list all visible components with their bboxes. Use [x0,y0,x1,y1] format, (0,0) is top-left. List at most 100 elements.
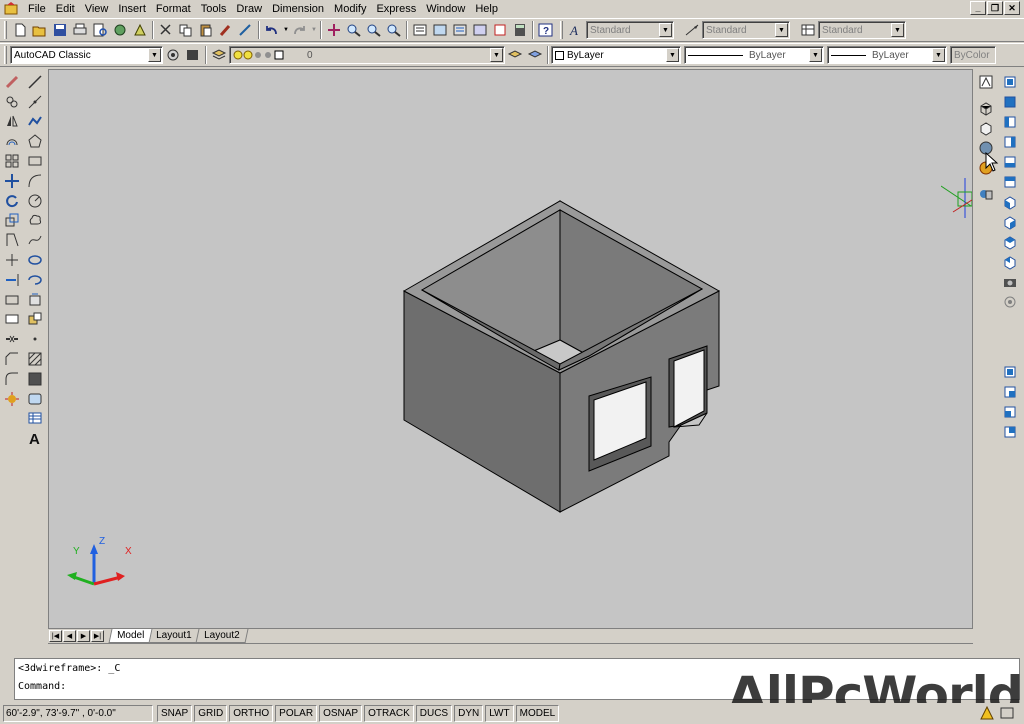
communication-center-icon[interactable] [980,706,994,723]
otrack-toggle[interactable]: OTRACK [364,705,414,722]
sw-iso-view-icon[interactable] [1000,192,1020,212]
menu-draw[interactable]: Draw [231,0,267,18]
layer-combo[interactable]: 0▼ [229,46,505,64]
offset-icon[interactable] [2,131,22,151]
rotate-icon[interactable] [2,191,22,211]
tray-settings-icon[interactable] [1000,706,1014,723]
menu-tools[interactable]: Tools [196,0,232,18]
prev-tab-icon[interactable]: ◀ [63,630,76,642]
autocad-app-icon[interactable] [3,2,19,16]
workspace-save-icon[interactable] [183,45,203,65]
line-icon[interactable] [25,72,45,92]
ucs-previous-icon[interactable] [1000,382,1020,402]
spline-icon[interactable] [25,230,45,250]
lwt-toggle[interactable]: LWT [485,705,513,722]
undo-icon[interactable] [262,20,282,40]
menu-insert[interactable]: Insert [113,0,151,18]
properties-icon[interactable] [410,20,430,40]
plot-preview-icon[interactable] [90,20,110,40]
menu-format[interactable]: Format [151,0,196,18]
menu-express[interactable]: Express [371,0,421,18]
match-properties-icon[interactable] [216,20,236,40]
grid-toggle[interactable]: GRID [194,705,227,722]
bottom-view-icon[interactable] [1000,92,1020,112]
layer-previous-icon[interactable] [525,45,545,65]
next-tab-icon[interactable]: ▶ [77,630,90,642]
walk-icon[interactable] [1000,292,1020,312]
insert-block-icon[interactable] [25,290,45,310]
drawing-canvas[interactable]: Z Y X [48,69,973,629]
text-style-icon[interactable]: A [566,20,586,40]
make-object-layer-current-icon[interactable] [505,45,525,65]
menu-edit[interactable]: Edit [51,0,80,18]
model-space-toggle[interactable]: MODEL [516,705,560,722]
camera-icon[interactable] [1000,272,1020,292]
menu-window[interactable]: Window [421,0,470,18]
ortho-toggle[interactable]: ORTHO [229,705,273,722]
break-at-point-icon[interactable] [2,290,22,310]
chamfer-icon[interactable] [2,349,22,369]
workspace-settings-icon[interactable] [163,45,183,65]
toolbar-grip[interactable] [560,21,563,39]
trim-icon[interactable] [2,250,22,270]
ucs-world-icon[interactable] [1000,402,1020,422]
osnap-toggle[interactable]: OSNAP [319,705,362,722]
tab-model[interactable]: Model [109,629,153,643]
menu-help[interactable]: Help [470,0,503,18]
fillet-icon[interactable] [2,369,22,389]
block-editor-icon[interactable] [236,20,256,40]
design-center-icon[interactable] [430,20,450,40]
move-icon[interactable] [2,171,22,191]
tool-palettes-icon[interactable] [450,20,470,40]
menu-view[interactable]: View [80,0,114,18]
table-icon[interactable] [25,409,45,429]
arc-icon[interactable] [25,171,45,191]
extend-icon[interactable] [2,270,22,290]
ucs-icon[interactable] [1000,362,1020,382]
3d-orbit-icon[interactable] [976,118,996,138]
right-view-icon[interactable] [1000,132,1020,152]
erase-icon[interactable] [2,72,22,92]
zoom-window-icon[interactable] [364,20,384,40]
zoom-previous-icon[interactable] [384,20,404,40]
front-view-icon[interactable] [1000,152,1020,172]
cut-icon[interactable] [156,20,176,40]
region-icon[interactable] [25,389,45,409]
dim-style-combo[interactable]: Standard▼ [702,21,790,39]
toolbar-grip[interactable] [4,46,7,64]
paste-icon[interactable] [196,20,216,40]
point-icon[interactable] [25,329,45,349]
pan-icon[interactable] [324,20,344,40]
redo-dropdown-icon[interactable]: ▼ [310,20,318,40]
calculator-icon[interactable] [510,20,530,40]
3d-dwf-icon[interactable] [130,20,150,40]
polyline-icon[interactable] [25,112,45,132]
explode-icon[interactable] [2,389,22,409]
gradient-icon[interactable] [25,369,45,389]
materials-icon[interactable] [976,184,996,204]
make-block-icon[interactable] [25,310,45,330]
minimize-icon[interactable]: _ [970,1,986,15]
redo-icon[interactable] [290,20,310,40]
polar-toggle[interactable]: POLAR [275,705,317,722]
tab-layout1[interactable]: Layout1 [148,629,201,643]
stretch-icon[interactable] [2,230,22,250]
menu-file[interactable]: File [23,0,51,18]
polygon-icon[interactable] [25,131,45,151]
new-icon[interactable] [10,20,30,40]
table-style-combo[interactable]: Standard▼ [818,21,906,39]
dim-style-icon[interactable] [682,20,702,40]
circle-icon[interactable] [25,191,45,211]
mirror-icon[interactable] [2,112,22,132]
ucs-object-icon[interactable] [1000,422,1020,442]
construction-line-icon[interactable] [25,92,45,112]
copy-object-icon[interactable] [2,92,22,112]
ne-iso-view-icon[interactable] [1000,232,1020,252]
color-combo[interactable]: ByLayer▼ [551,46,681,64]
snap-toggle[interactable]: SNAP [157,705,192,722]
revision-cloud-icon[interactable] [25,211,45,231]
ellipse-icon[interactable] [25,250,45,270]
coordinate-readout[interactable]: 60'-2.9", 73'-9.7" , 0'-0.0" [3,705,153,722]
named-views-icon[interactable] [976,72,996,92]
left-view-icon[interactable] [1000,112,1020,132]
